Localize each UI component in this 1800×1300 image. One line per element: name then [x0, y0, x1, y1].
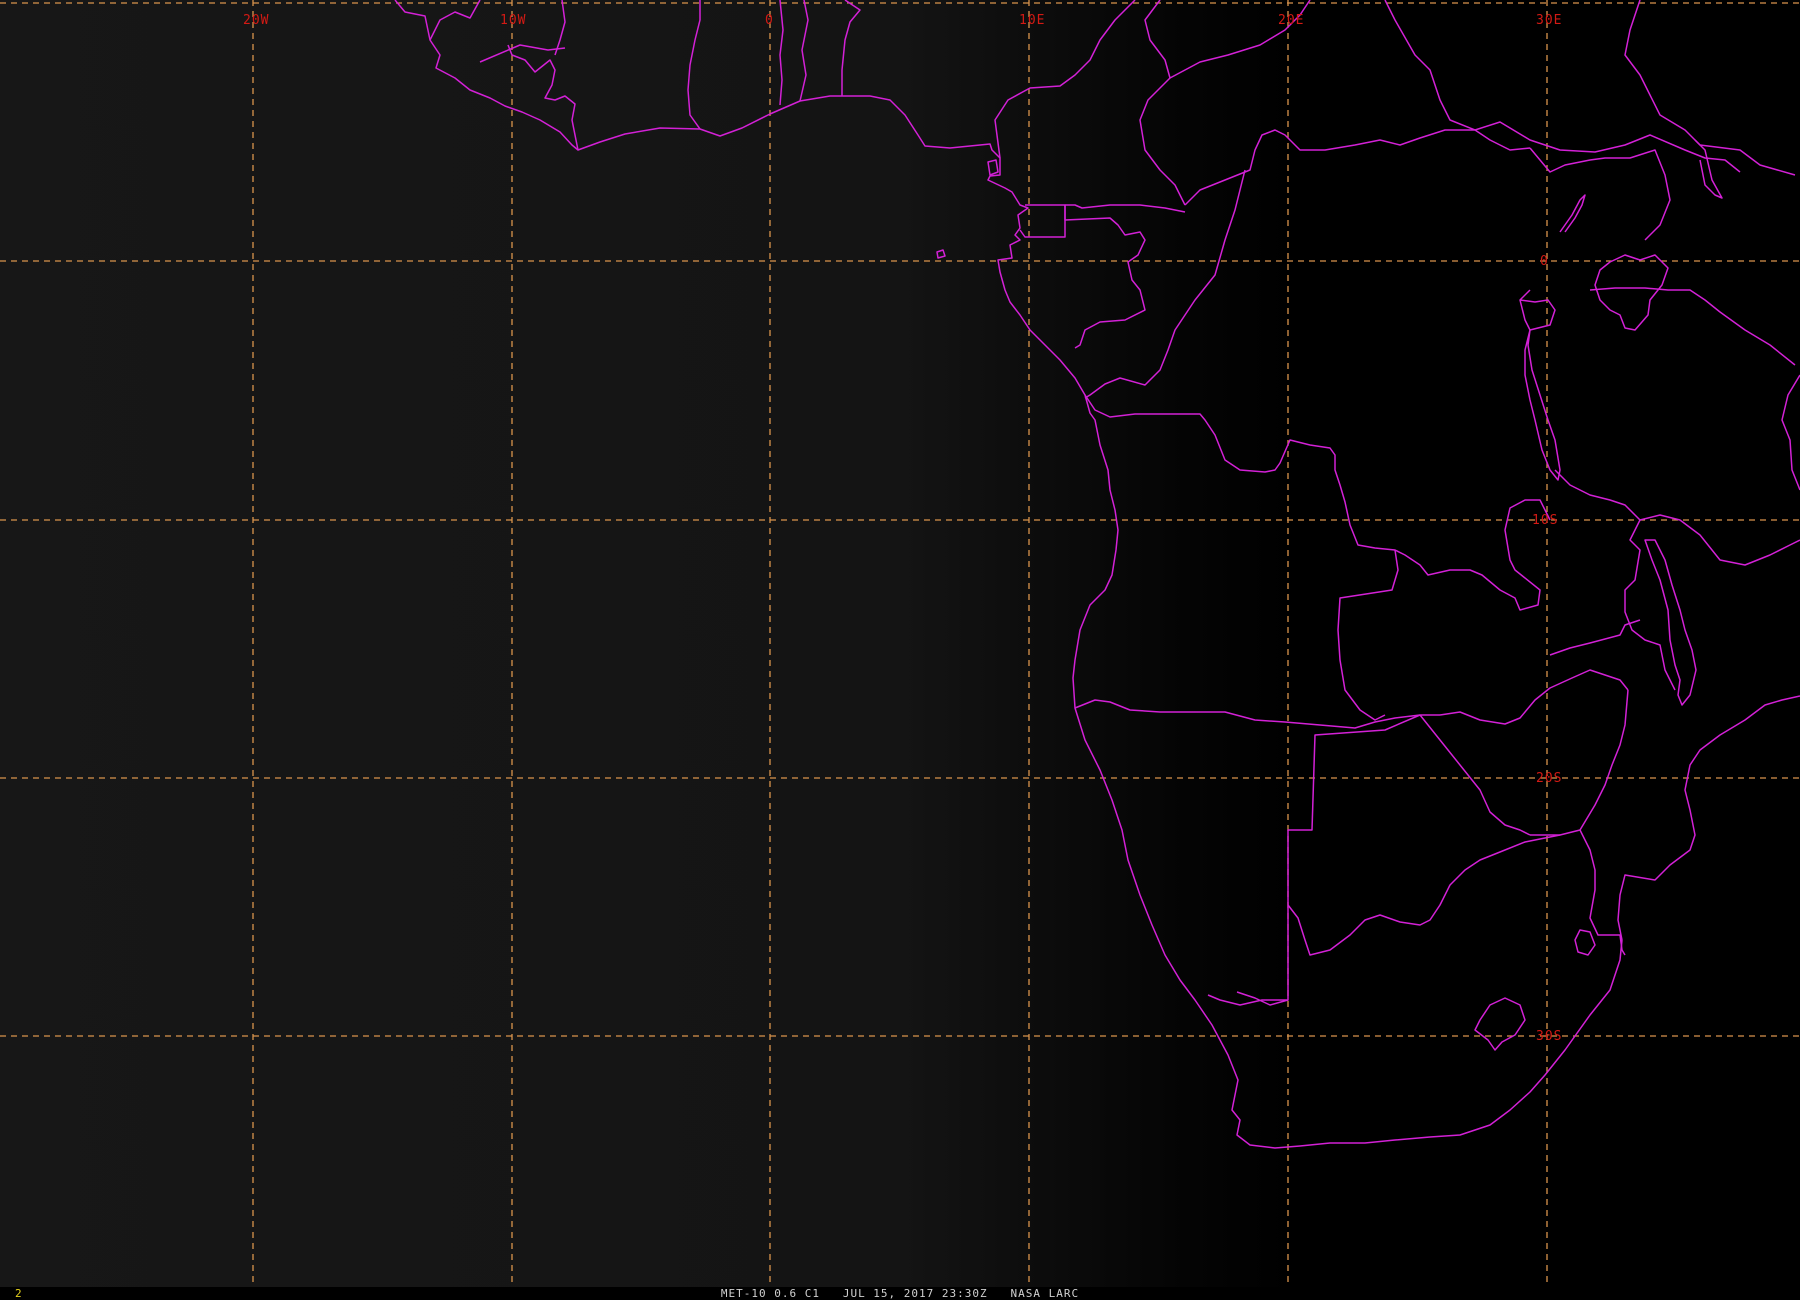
lat-label-0: 0	[1540, 254, 1549, 269]
map-canvas: 20W 10W 0 10E 20E 30E 0 10S 20S 30S	[0, 0, 1800, 1287]
lon-label-10e: 10E	[1019, 13, 1045, 28]
status-bar: 2 MET-10 0.6 C1 JUL 15, 2017 23:30Z NASA…	[0, 1287, 1800, 1300]
satellite-image-viewer: 20W 10W 0 10E 20E 30E 0 10S 20S 30S 2 ME…	[0, 0, 1800, 1300]
lat-label-30s: 30S	[1536, 1029, 1562, 1044]
lat-label-10s: 10S	[1532, 513, 1558, 528]
lon-label-20w: 20W	[243, 13, 269, 28]
lon-label-10w: 10W	[500, 13, 526, 28]
lon-label-30e: 30E	[1536, 13, 1562, 28]
lon-label-20e: 20E	[1278, 13, 1304, 28]
imagery-field	[0, 0, 1800, 1287]
lon-label-0: 0	[765, 13, 774, 28]
image-caption: MET-10 0.6 C1 JUL 15, 2017 23:30Z NASA L…	[720, 1287, 1080, 1300]
lat-label-20s: 20S	[1536, 771, 1562, 786]
